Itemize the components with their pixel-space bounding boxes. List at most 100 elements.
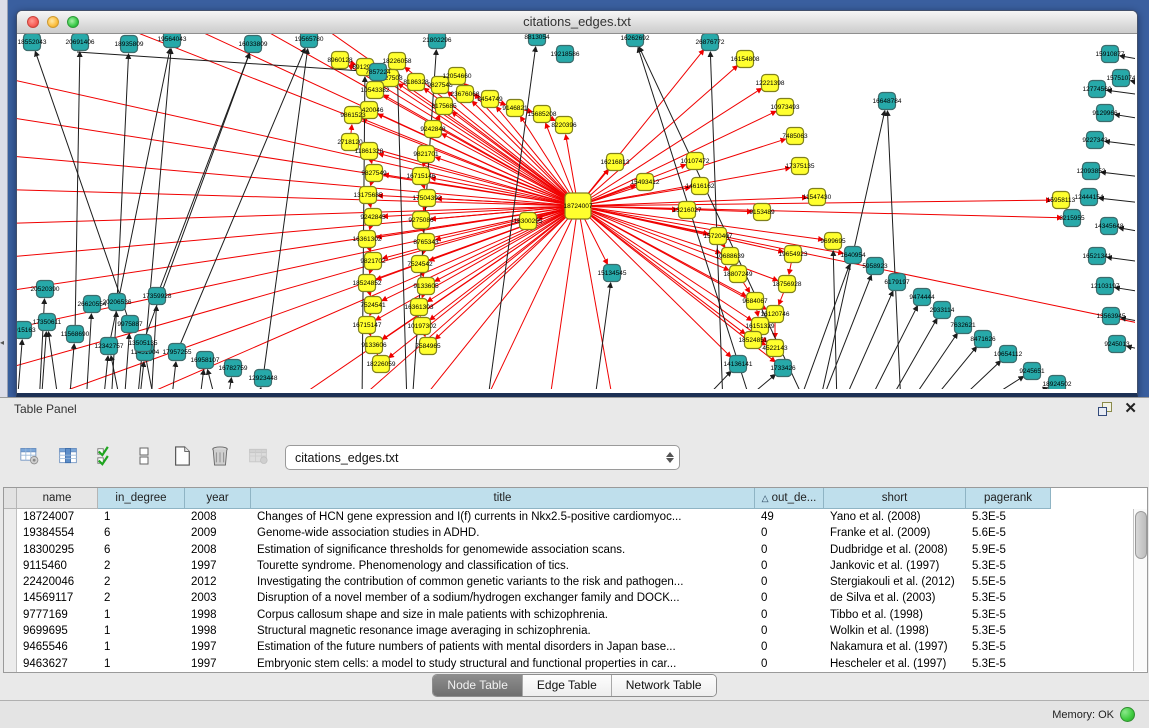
network-view-window[interactable]: citations_edges.txt 18724007896012889129… — [16, 10, 1138, 397]
status-bar: Memory: OK — [0, 700, 1149, 728]
tab-node-table[interactable]: Node Table — [433, 675, 522, 696]
table-vertical-scrollbar[interactable] — [1133, 509, 1147, 671]
column-header-year[interactable]: year — [185, 488, 251, 509]
table-cell-short: de Silva et al. (2003) — [824, 590, 966, 606]
column-header-gutter — [4, 488, 17, 509]
table-cell-year: 2012 — [185, 574, 251, 590]
network-node-label: 16154808 — [731, 56, 760, 63]
network-node-label: 15958113 — [1047, 197, 1076, 204]
table-cell-year: 1998 — [185, 623, 251, 639]
table-cell-short: Nakamura et al. (1997) — [824, 639, 966, 655]
network-node-label: 16216813 — [601, 159, 630, 166]
network-edge — [435, 157, 578, 206]
network-node-label: 18924502 — [1043, 381, 1072, 388]
network-node-label: 3175685 — [431, 103, 457, 110]
network-edge — [1115, 115, 1135, 119]
network-edge — [17, 206, 578, 389]
network-node-label: 16033809 — [239, 41, 268, 48]
network-node-label: 12923448 — [249, 375, 278, 382]
network-canvas[interactable]: 1872400789601288912955182260589827508818… — [17, 34, 1135, 389]
table-row[interactable]: 977716911998Corpus callosum shape and si… — [4, 607, 1147, 623]
checkmarks-icon — [96, 445, 116, 467]
scrollbar-thumb[interactable] — [1135, 511, 1147, 559]
network-edge — [1105, 141, 1135, 146]
network-node-label: 16782759 — [219, 365, 248, 372]
sort-ascending-icon: △ — [762, 493, 769, 503]
network-node-label: 17504392 — [413, 195, 442, 202]
table-row[interactable]: 911546021997Tourette syndrome. Phenomeno… — [4, 558, 1147, 574]
window-title: citations_edges.txt — [17, 14, 1137, 29]
network-node-label: 18226059 — [367, 361, 396, 368]
table-row[interactable]: 969969511998Structural magnetic resonanc… — [4, 623, 1147, 639]
column-header-title[interactable]: title — [251, 488, 755, 509]
table-mode-button[interactable] — [14, 441, 46, 471]
network-edge — [117, 54, 129, 302]
tab-edge-table[interactable]: Edge Table — [522, 675, 611, 696]
column-header-name[interactable]: name — [17, 488, 98, 509]
table-row[interactable]: 1872400712008Changes of HCN gene express… — [4, 509, 1147, 525]
network-node-label: 8454749 — [477, 96, 503, 103]
network-node-label: 13216027 — [673, 207, 702, 214]
network-node-label: 15685208 — [528, 111, 557, 118]
network-node-label: 16958107 — [191, 357, 220, 364]
network-node-label: 9699695 — [820, 238, 846, 245]
table-row[interactable]: 1938455462009Genome-wide association stu… — [4, 525, 1147, 541]
table-cell-in_degree: 1 — [98, 607, 185, 623]
column-header-pagerank[interactable]: pagerank — [966, 488, 1051, 509]
network-node-label: 9474444 — [909, 294, 935, 301]
table-row[interactable]: 946554611997Estimation of the future num… — [4, 639, 1147, 655]
table-row[interactable]: 2242004622012Investigating the contribut… — [4, 574, 1147, 590]
memory-ok-indicator-icon[interactable] — [1120, 707, 1135, 722]
network-edge — [953, 361, 1001, 389]
table-cell-year: 2008 — [185, 542, 251, 558]
network-edge — [257, 388, 261, 389]
clear-selection-button[interactable] — [128, 441, 160, 471]
network-node-label: 8960128 — [327, 57, 353, 64]
create-column-button[interactable] — [166, 441, 198, 471]
network-node-label: 9242845 — [360, 214, 386, 221]
tab-network-table[interactable]: Network Table — [611, 675, 716, 696]
network-edge — [638, 48, 752, 389]
close-panel-icon[interactable]: ✕ — [1124, 401, 1137, 416]
network-edge — [227, 378, 231, 389]
panel-expand-arrow-icon[interactable]: ◂ — [0, 338, 4, 347]
delete-column-button[interactable] — [204, 441, 236, 471]
network-node-label: 16361302 — [353, 236, 382, 243]
delete-table-button[interactable] — [242, 441, 274, 471]
network-edge — [738, 374, 775, 389]
table-panel-header: Table Panel ✕ — [0, 398, 1149, 420]
column-header-short[interactable]: short — [824, 488, 966, 509]
network-node-label: 9821701 — [413, 151, 439, 158]
network-node-label: 14345648 — [1095, 223, 1124, 230]
select-columns-button[interactable] — [52, 441, 84, 471]
network-node-label: 15493412 — [631, 179, 660, 186]
network-edge — [17, 206, 578, 224]
control-panel-collapsed-strip[interactable]: ◂ — [0, 0, 8, 397]
network-edge — [798, 264, 850, 389]
table-cell-short: Tibbo et al. (1998) — [824, 607, 966, 623]
table-row[interactable]: 1456911722003Disruption of a novel membe… — [4, 590, 1147, 606]
table-cell-short: Jankovic et al. (1997) — [824, 558, 966, 574]
column-header-in_degree[interactable]: in_degree — [98, 488, 185, 509]
table-selector-dropdown[interactable]: citations_edges.txt — [285, 445, 680, 470]
network-edge — [928, 347, 977, 389]
network-edge — [820, 275, 871, 389]
network-edge — [17, 189, 578, 206]
table-row[interactable]: 946362711997Embryonic stem cells: a mode… — [4, 656, 1147, 672]
network-node-label: 17957255 — [163, 349, 192, 356]
float-panel-icon[interactable] — [1097, 401, 1112, 416]
row-gutter — [4, 558, 17, 574]
memory-status-label: Memory: OK — [1052, 709, 1114, 721]
network-edge — [376, 206, 578, 320]
network-node-label: 11547430 — [803, 194, 832, 201]
table-row[interactable]: 1830029562008Estimation of significance … — [4, 542, 1147, 558]
column-header-out_degree[interactable]: △out_de... — [755, 488, 824, 509]
select-rows-button[interactable] — [90, 441, 122, 471]
table-cell-out_degree: 0 — [755, 574, 824, 590]
network-node-label: 15720407 — [704, 233, 733, 240]
network-node-label: 20206536 — [103, 299, 132, 306]
network-graph[interactable]: 1872400789601288912955182260589827508818… — [17, 34, 1135, 389]
window-titlebar[interactable]: citations_edges.txt — [17, 11, 1137, 34]
row-gutter — [4, 623, 17, 639]
network-node-label: 2933114 — [930, 307, 955, 314]
